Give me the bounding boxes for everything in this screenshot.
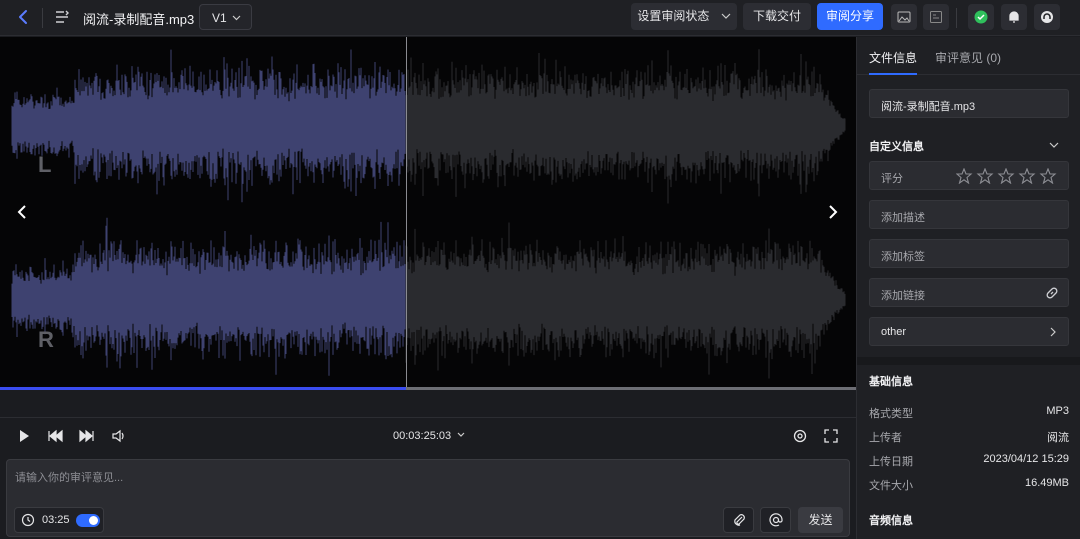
basic-info-header: 基础信息 (869, 376, 913, 388)
next-file-arrow-icon[interactable] (825, 204, 841, 220)
chevron-down-icon[interactable] (1049, 140, 1059, 150)
divider (42, 8, 43, 28)
left-channel-label: L (38, 152, 52, 177)
timecode: 00:03:25:03 (393, 430, 452, 442)
info-value: 16.49MB (1024, 477, 1069, 489)
chevron-right-icon (1050, 327, 1056, 337)
tab-review-comments[interactable]: 审评意见 (0) (935, 49, 1001, 66)
top-bar: 阅流-录制配音.mp3 V1 设置审阅状态 下载交付 审阅分享 (0, 0, 1080, 36)
rating-label: 评分 (881, 173, 903, 185)
notification-button[interactable] (1001, 4, 1027, 30)
download-delivery-button[interactable]: 下载交付 (743, 3, 811, 30)
image-button[interactable] (891, 4, 917, 30)
back-arrow-icon[interactable] (14, 8, 32, 26)
description-field[interactable]: 添加描述 (869, 200, 1069, 229)
version-select[interactable]: V1 (199, 4, 252, 30)
comment-input[interactable]: 请输入你的审评意见... (15, 469, 123, 485)
previous-file-arrow-icon[interactable] (14, 204, 30, 220)
skip-forward-icon[interactable] (79, 428, 95, 444)
add-tags-placeholder: 添加标签 (881, 251, 925, 263)
compare-icon (930, 11, 942, 23)
add-link-placeholder: 添加链接 (881, 290, 925, 302)
audio-info-header: 音频信息 (869, 515, 913, 527)
chevron-down-icon (721, 13, 731, 19)
waveform-unplayed-0 (405, 49, 846, 204)
waveform-canvas (11, 49, 846, 379)
timestamp-toggle[interactable] (76, 514, 100, 527)
file-name-value: 阅流-录制配音.mp3 (881, 101, 976, 113)
timestamp-value: 03:25 (42, 514, 70, 526)
approved-status-button[interactable] (968, 4, 994, 30)
bell-icon (1009, 11, 1019, 23)
info-key: 格式类型 (869, 408, 913, 420)
info-key: 上传者 (869, 432, 902, 444)
set-review-status-label: 设置审阅状态 (637, 9, 710, 23)
file-title: 阅流-录制配音.mp3 (83, 12, 195, 27)
skip-back-icon[interactable] (47, 428, 63, 444)
at-sign-icon (769, 513, 783, 527)
support-button[interactable] (1034, 4, 1060, 30)
section-divider (857, 357, 1080, 365)
other-field[interactable]: other (869, 317, 1069, 346)
settings-icon[interactable] (792, 428, 808, 444)
info-value: 阅流 (1047, 432, 1069, 444)
mention-button[interactable] (760, 507, 791, 533)
waveform-view[interactable]: L R (0, 37, 856, 387)
panel-tabs: 文件信息 审评意见 (0) (857, 37, 1080, 75)
waveform-unplayed-1 (405, 222, 846, 379)
file-name-field[interactable]: 阅流-录制配音.mp3 (869, 89, 1069, 118)
right-channel-label: R (38, 327, 54, 352)
info-panel: 文件信息 审评意见 (0) 阅流-录制配音.mp3 自定义信息 评分 添加描述 … (856, 37, 1080, 539)
link-icon[interactable] (1045, 286, 1059, 300)
compare-button[interactable] (923, 4, 949, 30)
playhead[interactable] (406, 37, 407, 390)
send-button[interactable]: 发送 (798, 507, 843, 533)
attach-button[interactable] (723, 507, 754, 533)
file-list-icon[interactable] (54, 9, 70, 25)
info-value: 2023/04/12 15:29 (983, 453, 1069, 465)
tab-file-info[interactable]: 文件信息 (869, 49, 917, 66)
divider (956, 8, 957, 28)
tags-field[interactable]: 添加标签 (869, 239, 1069, 268)
other-label: other (881, 326, 907, 338)
volume-icon[interactable] (111, 428, 127, 444)
image-icon (897, 11, 911, 23)
check-circle-icon (974, 10, 988, 24)
player-controls: 00:03:25:03 (0, 418, 856, 454)
comment-box[interactable]: 请输入你的审评意见... 03:25 发送 (6, 459, 850, 537)
set-review-status-button[interactable]: 设置审阅状态 (631, 3, 737, 30)
info-value: MP3 (1046, 405, 1069, 417)
chevron-down-icon (232, 15, 241, 21)
rating-stars (955, 167, 1068, 187)
timestamp-chip[interactable]: 03:25 (14, 507, 104, 533)
waveform-played-1 (11, 217, 406, 376)
version-label: V1 (212, 11, 227, 25)
clock-icon (21, 513, 35, 527)
timeline-strip (0, 390, 856, 418)
active-tab-indicator (869, 73, 917, 75)
info-key: 上传日期 (869, 456, 913, 468)
custom-info-header: 自定义信息 (869, 141, 924, 153)
review-share-button[interactable]: 审阅分享 (817, 3, 883, 30)
fullscreen-icon[interactable] (823, 428, 839, 444)
info-key: 文件大小 (869, 480, 913, 492)
rating-field: 评分 (869, 161, 1069, 190)
add-description-placeholder: 添加描述 (881, 212, 925, 224)
play-icon[interactable] (16, 428, 32, 444)
chevron-down-icon (457, 432, 465, 437)
timecode-select[interactable]: 00:03:25:03 (393, 430, 465, 442)
paperclip-icon (734, 514, 745, 526)
star-icon[interactable] (955, 167, 1068, 185)
headset-icon (1041, 11, 1053, 23)
link-field[interactable]: 添加链接 (869, 278, 1069, 307)
waveform-played-0 (11, 49, 406, 203)
